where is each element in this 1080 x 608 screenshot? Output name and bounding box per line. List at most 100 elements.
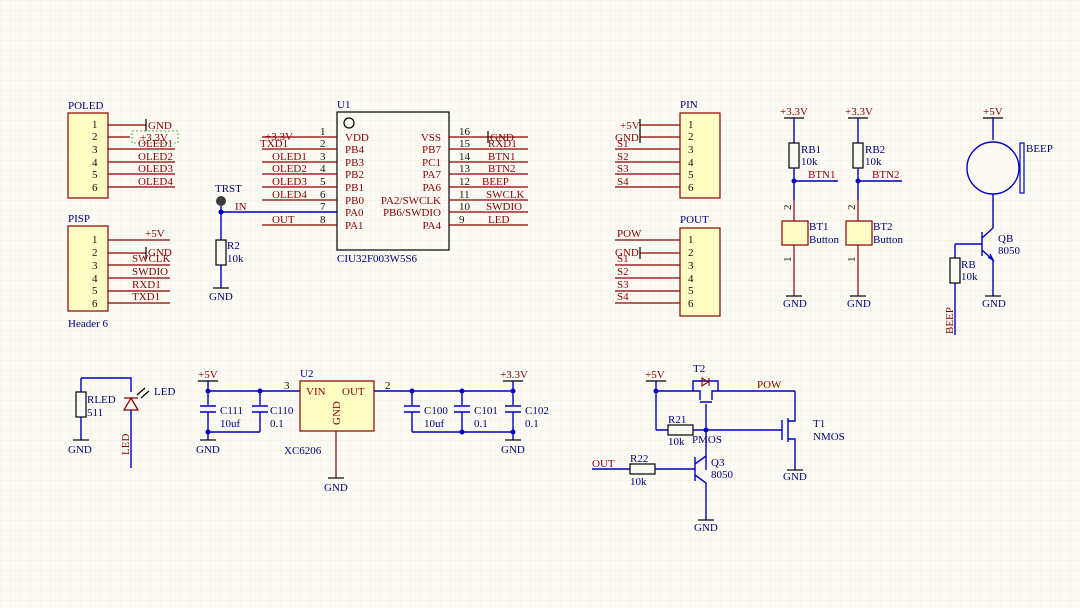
u1-net-out: OUT [272, 214, 295, 226]
poled-net-gnd: GND [148, 120, 172, 132]
rled-value: 511 [87, 407, 103, 419]
beep-net: BEEP [944, 307, 956, 334]
c101-value: 0.1 [474, 418, 488, 430]
u1-net-oled3: OLED3 [272, 176, 307, 188]
poled-body [67, 112, 109, 199]
c100-designator: C100 [424, 405, 448, 417]
pisp-net-5v: +5V [145, 228, 165, 240]
poled-title: POLED [68, 100, 104, 112]
pisp-net-rxd1: RXD1 [132, 279, 161, 291]
u1-pin-vdd: VDD [345, 132, 369, 144]
bt2-gnd: GND [847, 298, 871, 310]
poled-net-oled3: OLED3 [138, 163, 173, 175]
u1-pin-num: 6 [320, 189, 326, 201]
pout-pin-num: 1 [688, 234, 694, 246]
poled-net-oled2: OLED2 [138, 151, 173, 163]
u1-pin-num: 13 [459, 163, 471, 175]
c110-designator: C110 [270, 405, 294, 417]
qb-gnd: GND [982, 298, 1006, 310]
u1-net-btn2: BTN2 [488, 163, 516, 175]
bt1-pin2: 2 [782, 205, 794, 211]
t1-designator: T1 [813, 418, 825, 430]
beep-label: BEEP [1026, 143, 1053, 155]
u1-net-btn1: BTN1 [488, 151, 516, 163]
rb1-net: BTN1 [808, 169, 836, 181]
u1-net-swclk: SWCLK [486, 189, 525, 201]
u1-net-in: IN [235, 201, 247, 213]
pin-pin-num: 6 [688, 182, 694, 194]
led-designator: LED [154, 386, 175, 398]
u1-pin-pb6: PB6/SWDIO [383, 207, 441, 219]
qb-value: 8050 [998, 245, 1021, 257]
pisp-net-txd1: TXD1 [132, 291, 160, 303]
pin-title: PIN [680, 99, 698, 111]
u2-gnd-pin: GND [331, 401, 343, 425]
u1-pin-pb7: PB7 [422, 144, 441, 156]
u1-net-txd1: TXD1 [260, 138, 288, 150]
reg-gnd-2: GND [324, 482, 348, 494]
sw-out: OUT [592, 458, 615, 470]
pmos-label: PMOS [692, 434, 722, 446]
u1-pin-num: 3 [320, 151, 326, 163]
pisp-pin-num: 4 [92, 273, 98, 285]
c111-designator: C111 [220, 405, 243, 417]
pisp-net-swdio: SWDIO [132, 266, 168, 278]
pout-net-s2: S2 [617, 266, 629, 278]
rb-value: 10k [961, 271, 978, 283]
u1-net-swdio: SWDIO [486, 201, 522, 213]
grid-background [0, 0, 1080, 608]
u1-pin-num: 8 [320, 214, 326, 226]
pisp-pin-num: 1 [92, 234, 98, 246]
u1-net-beep: BEEP [482, 176, 509, 188]
pin-net-s3: S3 [617, 163, 629, 175]
u1-pin-pa7: PA7 [422, 169, 441, 181]
u1-pin-num: 7 [320, 201, 326, 213]
pin-pin-num: 5 [688, 169, 694, 181]
u1-pin-num: 4 [320, 163, 326, 175]
pisp-net-swclk: SWCLK [132, 253, 171, 265]
u1-designator: U1 [337, 99, 350, 111]
u2-out: OUT [342, 386, 365, 398]
c101-designator: C101 [474, 405, 498, 417]
pout-net-s3: S3 [617, 279, 629, 291]
u1-pin-num: 1 [320, 126, 326, 138]
u1-pin-num: 12 [459, 176, 470, 188]
pisp-pin-num: 5 [92, 285, 98, 297]
poled-net-oled1: OLED1 [138, 138, 173, 150]
u1-pin-num: 14 [459, 151, 471, 163]
u1-pin-num: 9 [459, 214, 465, 226]
buzzer-icon [966, 141, 1020, 195]
u1-pin-num: 15 [459, 138, 471, 150]
beep-rail: +5V [983, 106, 1003, 118]
pisp-body [67, 225, 109, 312]
pisp-pin-num: 6 [92, 298, 98, 310]
pout-pin-num: 3 [688, 260, 694, 272]
bt1-body [781, 220, 809, 246]
pin-net-s2: S2 [617, 151, 629, 163]
pout-net-pow: POW [617, 228, 642, 240]
c102-value: 0.1 [525, 418, 539, 430]
pout-net-s4: S4 [617, 291, 629, 303]
bt2-pin2: 2 [846, 205, 858, 211]
u1-pin-pa6: PA6 [422, 182, 441, 194]
poled-pin-num: 2 [92, 131, 98, 143]
pisp-pin-num: 2 [92, 247, 98, 259]
bt2-body [845, 220, 873, 246]
u2-pin-in: 3 [284, 380, 290, 392]
pisp-pin-num: 3 [92, 260, 98, 272]
u1-net-rxd1: RXD1 [488, 138, 517, 150]
u1-pin-pa4: PA4 [422, 220, 441, 232]
u1-part: CIU32F003W5S6 [337, 253, 418, 265]
pin-net-s1: S1 [617, 138, 629, 150]
u1-pin-pa1: PA1 [345, 220, 364, 232]
bt2-designator: BT2 [873, 221, 893, 233]
u2-vin: VIN [306, 386, 326, 398]
trst-pad-icon [216, 196, 226, 206]
led-net: LED [120, 434, 132, 455]
r2-gnd: GND [209, 291, 233, 303]
reg-in-rail: +5V [198, 369, 218, 381]
poled-pin-num: 3 [92, 144, 98, 156]
pout-title: POUT [680, 214, 709, 226]
r21-value: 10k [668, 436, 685, 448]
u1-pin-pa0: PA0 [345, 207, 364, 219]
